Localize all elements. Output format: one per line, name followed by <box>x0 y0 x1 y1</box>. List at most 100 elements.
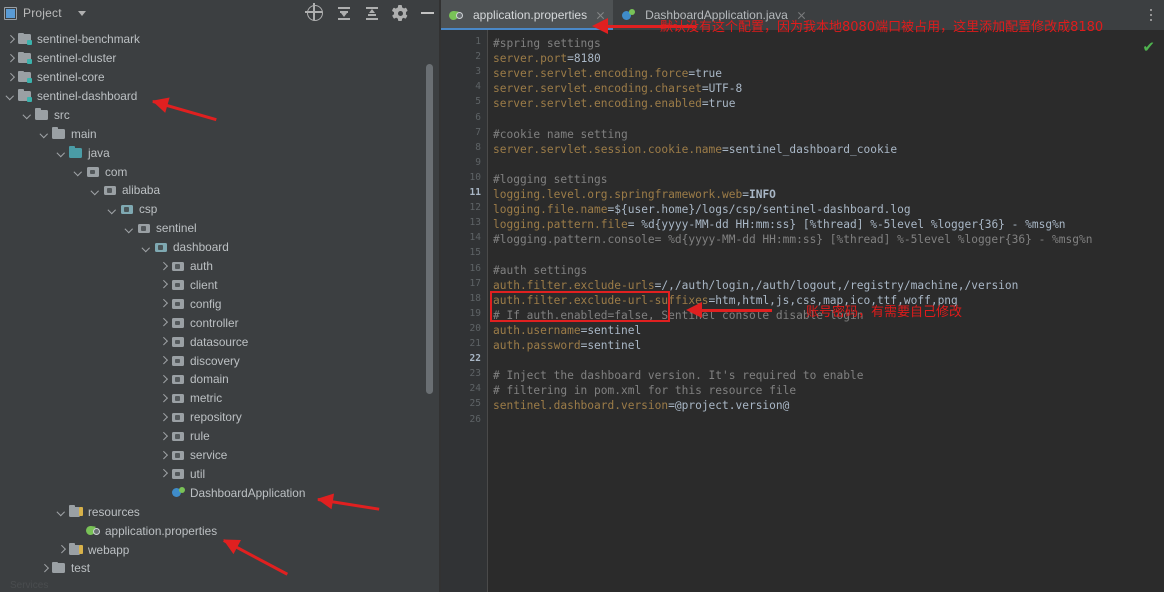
tree-item-label: metric <box>190 391 223 406</box>
package-icon <box>171 411 185 424</box>
tree-item-sentinel-cluster[interactable]: sentinel-cluster <box>6 49 116 68</box>
tree-item-auth[interactable]: auth <box>159 257 213 276</box>
chevron-down-icon[interactable] <box>57 507 66 516</box>
chevron-down-icon[interactable] <box>108 205 117 214</box>
chevron-right-icon[interactable] <box>6 73 15 82</box>
code-line[interactable]: #spring settings <box>493 36 601 51</box>
code-line[interactable]: server.servlet.encoding.enabled=true <box>493 96 736 111</box>
chevron-right-icon[interactable] <box>159 299 168 308</box>
chevron-right-icon[interactable] <box>159 432 168 441</box>
chevron-down-icon[interactable] <box>91 186 100 195</box>
chevron-right-icon[interactable] <box>159 413 168 422</box>
code-line[interactable]: auth.username=sentinel <box>493 323 641 338</box>
more-vertical-icon[interactable] <box>1144 7 1158 23</box>
project-panel-scrollbar[interactable] <box>426 64 433 394</box>
chevron-down-icon[interactable] <box>57 148 66 157</box>
resources-folder-icon <box>69 505 83 518</box>
code-line[interactable]: auth.password=sentinel <box>493 338 641 353</box>
tree-item-domain[interactable]: domain <box>159 370 229 389</box>
chevron-right-icon[interactable] <box>159 280 168 289</box>
code-line[interactable]: server.servlet.encoding.charset=UTF-8 <box>493 81 742 96</box>
tree-item-src[interactable]: src <box>23 106 70 125</box>
property-value: true <box>695 67 723 81</box>
collapse-all-icon[interactable] <box>365 6 379 20</box>
tree-item-client[interactable]: client <box>159 276 218 295</box>
chevron-down-icon[interactable] <box>40 129 49 138</box>
tree-item-label: DashboardApplication <box>190 485 306 500</box>
tree-item-dashboardapplication[interactable]: DashboardApplication <box>159 484 305 503</box>
tree-item-metric[interactable]: metric <box>159 389 222 408</box>
tree-item-main[interactable]: main <box>40 125 97 144</box>
code-line[interactable]: logging.pattern.file= %d{yyyy-MM-dd HH:m… <box>493 217 1066 232</box>
chevron-right-icon[interactable] <box>159 375 168 384</box>
tree-item-service[interactable]: service <box>159 446 227 465</box>
chevron-down-icon[interactable] <box>125 224 134 233</box>
editor-gutter[interactable]: 1 2 3 4 5 6 7 8 9 10 11 12 13 14 15 16 17 18 19 20 21 22 23 24 2… <box>441 30 487 592</box>
minimize-icon[interactable] <box>421 12 434 14</box>
chevron-down-icon[interactable] <box>142 243 151 252</box>
tree-item-datasource[interactable]: datasource <box>159 332 248 351</box>
property-key: logging.pattern.file <box>493 218 628 232</box>
chevron-right-icon[interactable] <box>159 394 168 403</box>
tree-item-repository[interactable]: repository <box>159 408 242 427</box>
project-tool-window: Project sentinel-benchmark sentinel-clust… <box>0 0 440 592</box>
code-line[interactable]: #auth settings <box>493 263 587 278</box>
code-line[interactable]: server.servlet.session.cookie.name=senti… <box>493 142 897 157</box>
code-line[interactable]: logging.file.name=${user.home}/logs/csp/… <box>493 202 911 217</box>
tree-item-com[interactable]: com <box>74 162 127 181</box>
chevron-right-icon[interactable] <box>159 451 168 460</box>
chevron-down-icon[interactable] <box>23 110 32 119</box>
tree-item-util[interactable]: util <box>159 465 205 484</box>
locate-icon[interactable] <box>305 3 323 21</box>
code-line[interactable]: # filtering in pom.xml for this resource… <box>493 383 796 398</box>
tree-item-java[interactable]: java <box>57 143 110 162</box>
tree-item-resources[interactable]: resources <box>57 503 140 522</box>
tree-item-dashboard[interactable]: dashboard <box>142 238 229 257</box>
code-line[interactable]: server.servlet.encoding.force=true <box>493 66 722 81</box>
chevron-right-icon[interactable] <box>159 337 168 346</box>
chevron-right-icon[interactable] <box>57 545 66 554</box>
code-line[interactable]: server.port=8180 <box>493 51 601 66</box>
chevron-right-icon[interactable] <box>40 564 49 573</box>
tree-item-discovery[interactable]: discovery <box>159 351 240 370</box>
tree-item-sentinel-dashboard[interactable]: sentinel-dashboard <box>6 87 137 106</box>
chevron-right-icon[interactable] <box>159 318 168 327</box>
editor-tab-application-properties[interactable]: application.properties <box>441 0 614 30</box>
tree-item-application-properties[interactable]: application.properties <box>74 521 217 540</box>
property-value: UTF-8 <box>708 82 743 96</box>
chevron-down-icon[interactable] <box>6 91 15 100</box>
tree-item-webapp[interactable]: webapp <box>57 540 129 559</box>
tree-item-alibaba[interactable]: alibaba <box>91 181 160 200</box>
chevron-right-icon[interactable] <box>6 35 15 44</box>
tree-item-sentinel-core[interactable]: sentinel-core <box>6 68 105 87</box>
tree-item-test[interactable]: test <box>40 559 90 578</box>
tree-item-controller[interactable]: controller <box>159 314 239 333</box>
chevron-right-icon[interactable] <box>159 469 168 478</box>
tree-item-sentinel-benchmark[interactable]: sentinel-benchmark <box>6 30 140 49</box>
project-panel-title-group[interactable]: Project <box>4 6 86 20</box>
code-line[interactable]: #logging settings <box>493 172 608 187</box>
check-mark-ok-icon[interactable]: ✔ <box>1142 38 1155 56</box>
tree-item-csp[interactable]: csp <box>108 200 157 219</box>
tree-item-rule[interactable]: rule <box>159 427 210 446</box>
chevron-down-icon[interactable] <box>74 167 83 176</box>
code-line[interactable]: #logging.pattern.console= %d{yyyy-MM-dd … <box>493 232 1092 247</box>
editor-scrollbar-track[interactable] <box>1151 30 1164 592</box>
chevron-down-icon[interactable] <box>77 10 86 16</box>
tree-item-sentinel[interactable]: sentinel <box>125 219 197 238</box>
annotation-text-auth: 账号密码，有需要自己修改 <box>806 305 963 320</box>
expand-all-icon[interactable] <box>337 6 351 20</box>
code-line[interactable]: sentinel.dashboard.version=@project.vers… <box>493 398 789 413</box>
chevron-right-icon[interactable] <box>159 356 168 365</box>
code-line[interactable]: logging.level.org.springframework.web=IN… <box>493 187 776 202</box>
status-bar-services-label[interactable]: Services <box>10 580 48 591</box>
tree-item-config[interactable]: config <box>159 295 221 314</box>
editor-area: application.properties DashboardApplicati… <box>441 0 1164 592</box>
chevron-right-icon[interactable] <box>159 262 168 271</box>
code-line[interactable]: #cookie name setting <box>493 127 628 142</box>
code-line[interactable]: # Inject the dashboard version. It's req… <box>493 368 863 383</box>
code-comment: #logging settings <box>493 172 608 186</box>
gear-icon[interactable] <box>392 5 408 21</box>
chevron-right-icon[interactable] <box>6 54 15 63</box>
package-icon <box>171 297 185 310</box>
